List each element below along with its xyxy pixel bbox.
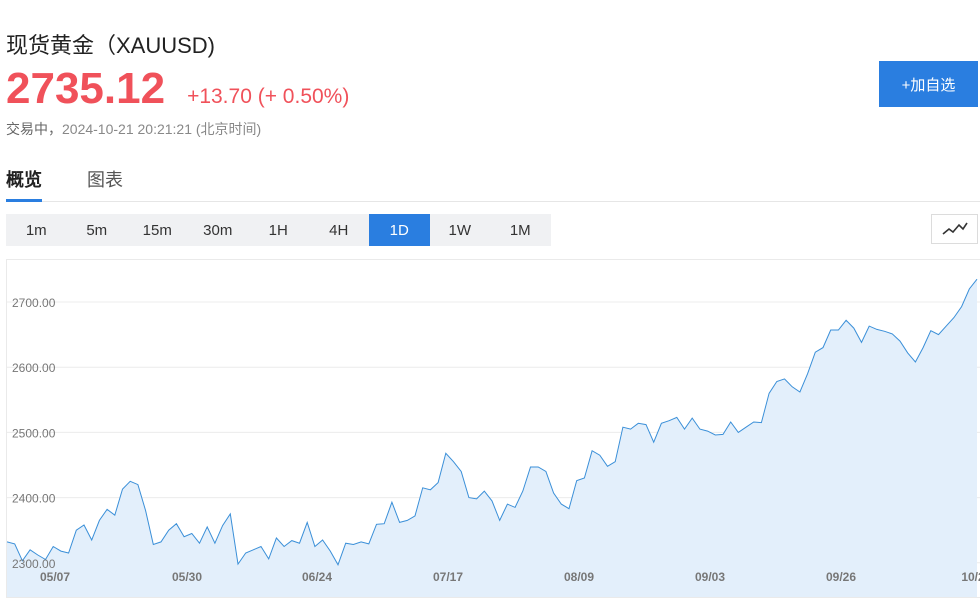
y-tick-label: 2600.00 — [12, 361, 56, 375]
x-tick-label: 09/26 — [826, 570, 856, 584]
x-tick-label: 07/17 — [433, 570, 463, 584]
price-area — [7, 279, 977, 597]
line-chart-icon — [941, 222, 968, 235]
x-tick-label: 06/24 — [302, 570, 332, 584]
price-row: 2735.12 +13.70 (+ 0.50%) — [6, 64, 349, 114]
price-chart[interactable]: 2700.00 2600.00 2500.00 2400.00 2300.00 05/07… — [6, 259, 980, 598]
tab-bar: 概览 图表 — [6, 164, 980, 202]
current-price: 2735.12 — [6, 64, 166, 113]
interval-1w[interactable]: 1W — [430, 214, 491, 246]
price-change: +13.70 (+ 0.50%) — [187, 85, 350, 108]
interval-4h[interactable]: 4H — [309, 214, 370, 246]
status-timestamp: 2024-10-21 20:21:21 (北京时间) — [62, 121, 262, 137]
x-tick-label: 10/2 — [961, 570, 980, 584]
y-tick-label: 2300.00 — [12, 557, 56, 571]
interval-1m[interactable]: 1m — [6, 214, 67, 246]
y-tick-label: 2700.00 — [12, 296, 56, 310]
x-tick-label: 08/09 — [564, 570, 594, 584]
x-tick-label: 05/30 — [172, 570, 202, 584]
interval-15m[interactable]: 15m — [127, 214, 188, 246]
interval-1d[interactable]: 1D — [369, 214, 430, 246]
tab-overview[interactable]: 概览 — [6, 164, 42, 202]
price-chart-svg: 2700.00 2600.00 2500.00 2400.00 2300.0005/07… — [7, 278, 980, 597]
chart-type-button[interactable] — [931, 214, 978, 244]
instrument-title: 现货黄金（XAUUSD) — [6, 33, 216, 58]
tab-chart[interactable]: 图表 — [87, 164, 123, 201]
y-tick-label: 2400.00 — [12, 492, 56, 506]
trading-status: 交易中，2024-10-21 20:21:21 (北京时间) — [6, 119, 261, 139]
x-tick-label: 09/03 — [695, 570, 725, 584]
interval-30m[interactable]: 30m — [188, 214, 249, 246]
status-label: 交易中， — [6, 121, 62, 137]
y-tick-label: 2500.00 — [12, 426, 56, 440]
interval-1h[interactable]: 1H — [248, 214, 309, 246]
interval-5m[interactable]: 5m — [67, 214, 128, 246]
x-tick-label: 05/07 — [40, 570, 70, 584]
add-to-watchlist-button[interactable]: +加自选 — [879, 61, 978, 107]
interval-1mo[interactable]: 1M — [490, 214, 551, 246]
interval-selector: 1m 5m 15m 30m 1H 4H 1D 1W 1M — [6, 214, 551, 246]
